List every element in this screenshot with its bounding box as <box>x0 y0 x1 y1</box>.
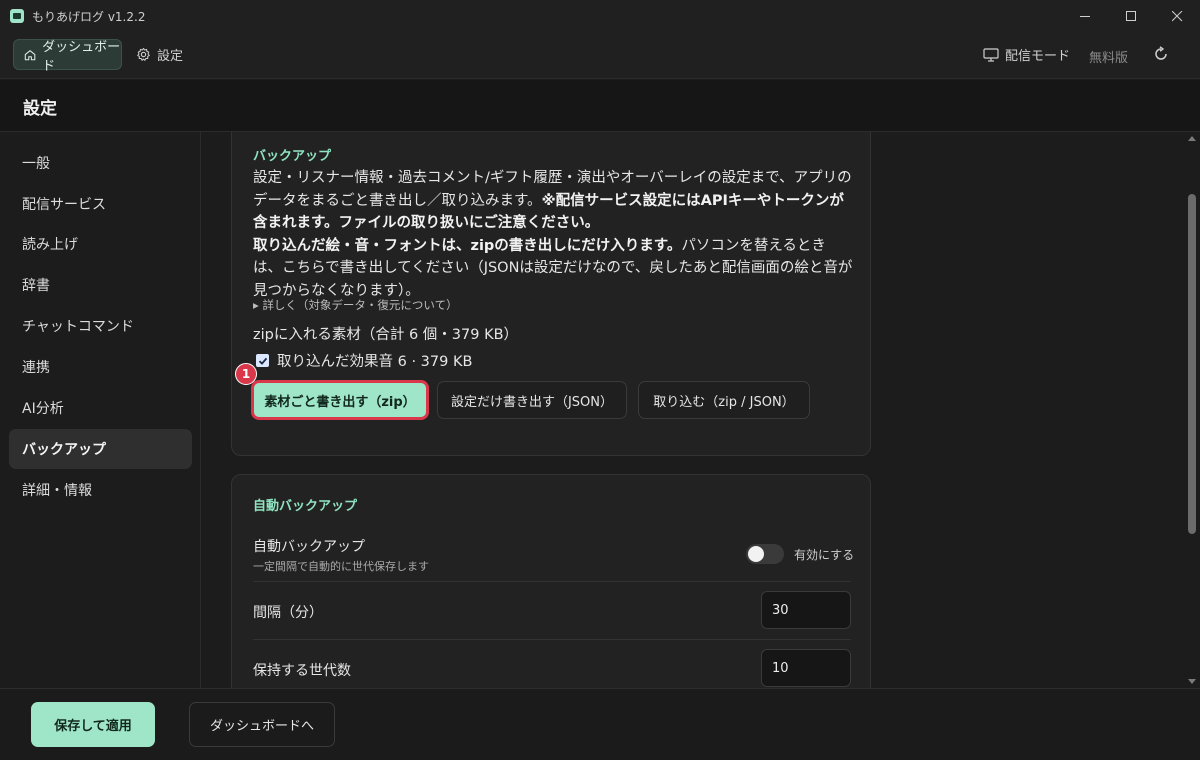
maximize-icon[interactable] <box>1108 0 1154 32</box>
export-json-button[interactable]: 設定だけ書き出す（JSON） <box>437 381 627 419</box>
auto-backup-card: 自動バックアップ 自動バックアップ 一定間隔で自動的に世代保存します 有効にする… <box>231 474 871 688</box>
auto-backup-toggle[interactable] <box>746 544 784 564</box>
divider <box>253 639 851 640</box>
backup-desc-zip-note: 取り込んだ絵・音・フォントは、zipの書き出しにだけ入ります。 <box>253 237 682 254</box>
scroll-up-arrow-icon[interactable] <box>1188 136 1196 141</box>
content-scrollbar[interactable] <box>1184 132 1200 688</box>
top-toolbar: ダッシュボード 設定 配信モード 無料版 <box>0 32 1200 79</box>
auto-backup-toggle-title: 自動バックアップ <box>253 539 365 555</box>
interval-label: 間隔（分） <box>253 605 323 621</box>
window-controls <box>1062 0 1200 32</box>
nav-settings-label: 設定 <box>157 49 184 64</box>
import-button[interactable]: 取り込む（zip / JSON） <box>638 381 810 419</box>
scroll-down-arrow-icon[interactable] <box>1188 679 1196 684</box>
sidebar-item-details-info[interactable]: 詳細・情報 <box>9 470 192 510</box>
broadcast-mode-button[interactable]: 配信モード <box>983 39 1070 70</box>
sidebar-item-read-aloud[interactable]: 読み上げ <box>9 224 192 264</box>
auto-backup-toggle-label: 有効にする <box>794 548 855 562</box>
sidebar-item-general[interactable]: 一般 <box>9 143 192 183</box>
nav-settings-button[interactable]: 設定 <box>136 39 183 70</box>
title-bar: もりあげログ v1.2.2 <box>0 0 1200 32</box>
backup-section-title: バックアップ <box>253 149 332 164</box>
backup-description: 設定・リスナー情報・過去コメント/ギフト履歴・演出やオーバーレイの設定まで、アプ… <box>253 167 853 302</box>
interval-input[interactable]: 30 <box>761 591 851 629</box>
sidebar-item-ai-analysis[interactable]: AI分析 <box>9 388 192 428</box>
page-header: 設定 <box>0 80 1200 132</box>
auto-backup-toggle-subtitle: 一定間隔で自動的に世代保存します <box>253 560 429 573</box>
generations-label: 保持する世代数 <box>253 663 351 679</box>
sidebar-item-integrations[interactable]: 連携 <box>9 347 192 387</box>
sidebar-item-backup[interactable]: バックアップ <box>9 429 192 469</box>
nav-dashboard-button[interactable]: ダッシュボード <box>13 39 122 74</box>
footer-bar: 保存して適用 ダッシュボードへ <box>0 688 1200 760</box>
back-to-dashboard-button[interactable]: ダッシュボードへ <box>189 702 335 747</box>
auto-backup-section-title: 自動バックアップ <box>253 499 358 514</box>
settings-sidebar: 一般 配信サービス 読み上げ 辞書 チャットコマンド 連携 AI分析 バックアッ… <box>0 132 201 688</box>
checkmark-icon <box>258 357 267 365</box>
save-apply-button[interactable]: 保存して適用 <box>31 702 155 747</box>
app-logo-icon <box>10 9 24 23</box>
settings-content: バックアップ 設定・リスナー情報・過去コメント/ギフト履歴・演出やオーバーレイの… <box>202 132 1184 688</box>
gear-icon <box>137 47 150 61</box>
include-sfx-label: 取り込んだ効果音 6 · 379 KB <box>277 354 473 370</box>
sidebar-item-streaming-services[interactable]: 配信サービス <box>9 184 192 224</box>
close-icon[interactable] <box>1154 0 1200 32</box>
minimize-icon[interactable] <box>1062 0 1108 32</box>
free-edition-label: 無料版 <box>1089 51 1129 66</box>
step-badge: 1 <box>235 363 257 385</box>
scrollbar-thumb[interactable] <box>1188 194 1196 534</box>
refresh-icon[interactable] <box>1152 45 1170 63</box>
zip-assets-heading: zipに入れる素材（合計 6 個・379 KB） <box>253 327 519 343</box>
sidebar-item-chat-commands[interactable]: チャットコマンド <box>9 306 192 346</box>
monitor-icon <box>983 47 999 62</box>
broadcast-mode-label: 配信モード <box>1005 49 1071 64</box>
backup-card: バックアップ 設定・リスナー情報・過去コメント/ギフト履歴・演出やオーバーレイの… <box>231 132 871 456</box>
details-disclosure[interactable]: ▸ 詳しく（対象データ・復元について） <box>253 297 458 313</box>
export-zip-button[interactable]: 素材ごと書き出す（zip） <box>252 381 428 419</box>
window-title: もりあげログ v1.2.2 <box>32 9 146 24</box>
details-link-label: 詳しく（対象データ・復元について） <box>262 298 458 312</box>
include-sfx-checkbox-row[interactable]: 取り込んだ効果音 6 · 379 KB <box>256 350 472 371</box>
nav-dashboard-label: ダッシュボード <box>42 39 121 74</box>
generations-input[interactable]: 10 <box>761 649 851 687</box>
page-title: 設定 <box>23 99 57 119</box>
sidebar-item-dictionary[interactable]: 辞書 <box>9 265 192 305</box>
divider <box>253 581 851 582</box>
include-sfx-checkbox[interactable] <box>256 354 269 367</box>
home-icon <box>24 49 36 60</box>
